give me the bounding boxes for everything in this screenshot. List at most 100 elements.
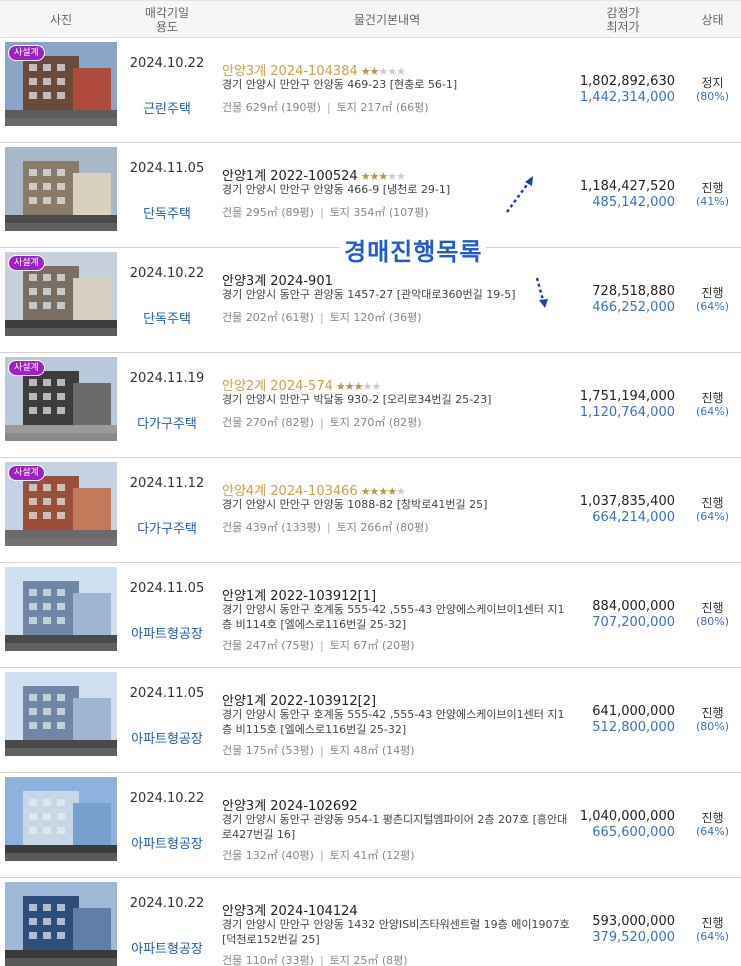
minimum-price: 1,442,314,000 bbox=[579, 90, 675, 105]
land-area: 토지 41㎡ (12평) bbox=[329, 849, 415, 862]
auction-status: 진행 bbox=[701, 391, 724, 405]
price-percent: (41%) bbox=[695, 195, 730, 208]
area-info: 건물 247㎡ (75평) | 토지 67㎡ (20평) bbox=[222, 639, 415, 652]
auction-status: 진행 bbox=[701, 706, 724, 720]
appraisal-price: 1,802,892,630 bbox=[579, 74, 675, 89]
header-info: 물건기본내역 bbox=[353, 13, 421, 27]
overlay-label: 경매진행목록 bbox=[340, 232, 487, 267]
sale-date: 2024.11.05 bbox=[129, 161, 205, 176]
property-thumbnail[interactable] bbox=[5, 567, 117, 651]
property-address: 경기 안양시 동안구 관양동 1457-27 [관악대로360번길 19-5] bbox=[222, 288, 516, 301]
property-address: 경기 안양시 만안구 박달동 930-2 [오리로34번길 25-23] bbox=[222, 393, 492, 406]
price-percent: (64%) bbox=[695, 825, 730, 838]
property-thumbnail[interactable] bbox=[5, 147, 117, 231]
sale-date: 2024.10.22 bbox=[129, 56, 205, 71]
building-area: 건물 270㎡ (82평) bbox=[222, 416, 314, 429]
table-row[interactable]: 사설계 2024.11.19 다가구주택 안양2계 2024-574 ★★★★★ … bbox=[0, 353, 741, 458]
property-use: 다가구주택 bbox=[137, 522, 197, 537]
status-badge: 사설계 bbox=[8, 360, 45, 376]
property-thumbnail[interactable]: 사설계 bbox=[5, 42, 117, 126]
minimum-price: 379,520,000 bbox=[592, 930, 675, 945]
land-area: 토지 270㎡ (82평) bbox=[329, 416, 422, 429]
sale-date: 2024.10.22 bbox=[129, 791, 205, 806]
minimum-price: 1,120,764,000 bbox=[579, 405, 675, 420]
minimum-price: 466,252,000 bbox=[592, 300, 675, 315]
status-badge: 사설계 bbox=[8, 465, 45, 481]
property-photo bbox=[5, 672, 117, 756]
sale-date: 2024.10.22 bbox=[129, 266, 205, 281]
header-price: 감정가 최저가 bbox=[606, 6, 640, 34]
price-percent: (64%) bbox=[695, 510, 730, 523]
sale-date: 2024.11.05 bbox=[129, 686, 205, 701]
appraisal-price: 728,518,880 bbox=[592, 284, 675, 299]
building-area: 건물 175㎡ (53평) bbox=[222, 744, 314, 757]
property-address: 경기 안양시 동안구 관양동 954-1 평촌디지털엠파이어 2층 207호 [… bbox=[222, 813, 568, 841]
table-row[interactable]: 2024.11.05 아파트형공장 안양1계 2022-103912[1] 경기… bbox=[0, 563, 741, 668]
sale-date: 2024.11.19 bbox=[129, 371, 205, 386]
property-thumbnail[interactable]: 사설계 bbox=[5, 357, 117, 441]
property-photo bbox=[5, 567, 117, 651]
land-area: 토지 120㎡ (36평) bbox=[329, 311, 422, 324]
minimum-price: 665,600,000 bbox=[592, 825, 675, 840]
area-info: 건물 132㎡ (40평) | 토지 41㎡ (12평) bbox=[222, 849, 415, 862]
price-percent: (64%) bbox=[695, 930, 730, 943]
auction-status: 진행 bbox=[701, 916, 724, 930]
property-use: 아파트형공장 bbox=[131, 732, 203, 747]
land-area: 토지 266㎡ (80평) bbox=[336, 521, 429, 534]
appraisal-price: 884,000,000 bbox=[592, 599, 675, 614]
area-info: 건물 439㎡ (133평) | 토지 266㎡ (80평) bbox=[222, 521, 429, 534]
price-percent: (80%) bbox=[695, 90, 730, 103]
table-row[interactable]: 2024.10.22 아파트형공장 안양3계 2024-102692 경기 안양… bbox=[0, 773, 741, 878]
property-use: 단독주택 bbox=[143, 207, 191, 222]
property-use: 아파트형공장 bbox=[131, 837, 203, 852]
sale-date: 2024.10.22 bbox=[129, 896, 205, 911]
area-info: 건물 175㎡ (53평) | 토지 48㎡ (14평) bbox=[222, 744, 415, 757]
table-row[interactable]: 사설계 2024.10.22 근린주택 안양3계 2024-104384 ★★★★… bbox=[0, 38, 741, 143]
property-use: 다가구주택 bbox=[137, 417, 197, 432]
property-thumbnail[interactable]: 사설계 bbox=[5, 462, 117, 546]
property-photo bbox=[5, 777, 117, 861]
appraisal-price: 1,751,194,000 bbox=[579, 389, 675, 404]
area-info: 건물 295㎡ (89평) | 토지 354㎡ (107평) bbox=[222, 206, 429, 219]
table-row[interactable]: 사설계 2024.11.12 다가구주택 안양4계 2024-103466 ★★★… bbox=[0, 458, 741, 563]
building-area: 건물 439㎡ (133평) bbox=[222, 521, 321, 534]
area-info: 건물 110㎡ (33평) | 토지 25㎡ (8평) bbox=[222, 954, 408, 966]
land-area: 토지 217㎡ (66평) bbox=[336, 101, 429, 114]
auction-status: 진행 bbox=[701, 496, 724, 510]
building-area: 건물 110㎡ (33평) bbox=[222, 954, 314, 966]
arrow-down-icon bbox=[535, 277, 548, 308]
minimum-price: 664,214,000 bbox=[592, 510, 675, 525]
land-area: 토지 354㎡ (107평) bbox=[329, 206, 429, 219]
land-area: 토지 25㎡ (8평) bbox=[329, 954, 408, 966]
header-photo: 사진 bbox=[49, 13, 73, 27]
area-info: 건물 629㎡ (190평) | 토지 217㎡ (66평) bbox=[222, 101, 429, 114]
property-address: 경기 안양시 만안구 안양동 469-23 [현충로 56-1] bbox=[222, 78, 458, 91]
area-info: 건물 270㎡ (82평) | 토지 270㎡ (82평) bbox=[222, 416, 422, 429]
arrow-up-icon bbox=[505, 176, 533, 213]
property-address: 경기 안양시 동안구 호계동 555-42 ,555-43 안양에스케이브이1센… bbox=[222, 603, 565, 631]
table-row[interactable]: 2024.11.05 아파트형공장 안양1계 2022-103912[2] 경기… bbox=[0, 668, 741, 773]
auction-status: 진행 bbox=[701, 181, 724, 195]
building-area: 건물 247㎡ (75평) bbox=[222, 639, 314, 652]
sale-date: 2024.11.12 bbox=[129, 476, 205, 491]
table-row[interactable]: 2024.10.22 아파트형공장 안양3계 2024-104124 경기 안양… bbox=[0, 878, 741, 966]
status-badge: 사설계 bbox=[8, 255, 45, 271]
minimum-price: 512,800,000 bbox=[592, 720, 675, 735]
appraisal-price: 1,184,427,520 bbox=[579, 179, 675, 194]
minimum-price: 485,142,000 bbox=[592, 195, 675, 210]
property-thumbnail[interactable]: 사설계 bbox=[5, 252, 117, 336]
property-thumbnail[interactable] bbox=[5, 672, 117, 756]
property-thumbnail[interactable] bbox=[5, 777, 117, 861]
property-thumbnail[interactable] bbox=[5, 882, 117, 966]
building-area: 건물 295㎡ (89평) bbox=[222, 206, 314, 219]
appraisal-price: 593,000,000 bbox=[592, 914, 675, 929]
building-area: 건물 132㎡ (40평) bbox=[222, 849, 314, 862]
status-badge: 사설계 bbox=[8, 45, 45, 61]
auction-status: 진행 bbox=[701, 811, 724, 825]
minimum-price: 707,200,000 bbox=[592, 615, 675, 630]
price-percent: (80%) bbox=[695, 720, 730, 733]
property-use: 아파트형공장 bbox=[131, 942, 203, 957]
appraisal-price: 1,040,000,000 bbox=[579, 809, 675, 824]
property-use: 아파트형공장 bbox=[131, 627, 203, 642]
header-status: 상태 bbox=[701, 13, 724, 27]
